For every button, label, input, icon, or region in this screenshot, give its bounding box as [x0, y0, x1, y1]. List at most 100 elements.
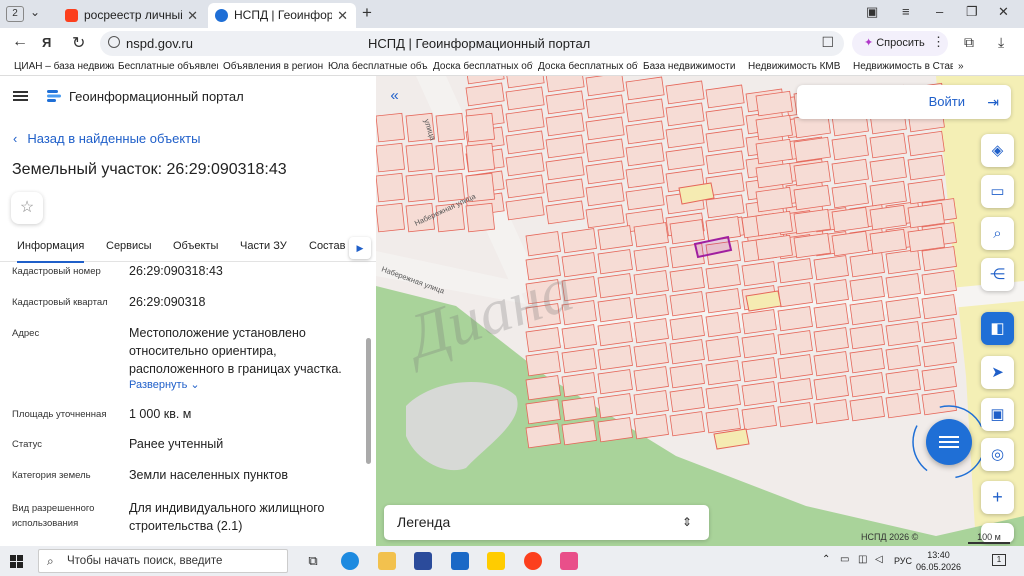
parcel[interactable]	[633, 294, 669, 320]
parcel[interactable]	[741, 333, 777, 359]
parcel[interactable]	[869, 156, 907, 183]
parcel[interactable]	[376, 112, 406, 143]
parcel[interactable]	[669, 411, 705, 437]
parcel[interactable]	[777, 402, 813, 428]
parcel[interactable]	[741, 261, 777, 287]
parcel[interactable]	[505, 108, 545, 133]
parcel[interactable]	[545, 134, 585, 159]
parcel[interactable]	[665, 102, 705, 127]
tab-services[interactable]: Сервисы	[106, 240, 152, 252]
expand-address-link[interactable]: Развернуть ⌄	[129, 378, 200, 391]
url-field[interactable]: nspd.gov.ru НСПД | Геоинформационный пор…	[100, 31, 844, 56]
parcel[interactable]	[597, 321, 633, 347]
parcel[interactable]	[465, 76, 505, 85]
yandex-logo-icon[interactable]: Я	[42, 35, 51, 50]
parcel[interactable]	[705, 336, 741, 362]
parcel[interactable]	[405, 172, 436, 203]
download-icon[interactable]: ⤓	[998, 34, 1004, 51]
parcel[interactable]	[597, 417, 633, 443]
parcel[interactable]	[849, 300, 885, 326]
parcel[interactable]	[907, 154, 945, 181]
parcel[interactable]	[885, 249, 921, 275]
parcel[interactable]	[585, 94, 625, 119]
parcel[interactable]	[755, 138, 793, 165]
browser-tab-nspd[interactable]: НСПД | Геоинформационный портал ✕	[208, 3, 356, 28]
parcel[interactable]	[625, 120, 665, 145]
parcel[interactable]	[885, 297, 921, 323]
tab-parts[interactable]: Части ЗУ	[240, 240, 287, 252]
parcel[interactable]	[525, 423, 561, 449]
parcel[interactable]	[669, 315, 705, 341]
back-arrow-icon[interactable]: ←	[12, 33, 28, 51]
reload-icon[interactable]: ↻	[72, 33, 85, 53]
parcel[interactable]	[669, 219, 705, 245]
parcel[interactable]	[435, 112, 466, 143]
parcel[interactable]	[755, 186, 793, 213]
parcel[interactable]	[597, 297, 633, 323]
panel-scrollbar[interactable]	[366, 338, 371, 464]
bookmark-item[interactable]: Доска бесплатных объявлений	[433, 61, 533, 72]
parcel[interactable]	[849, 372, 885, 398]
parcel[interactable]	[585, 138, 625, 163]
parcel[interactable]	[597, 393, 633, 419]
parcel[interactable]	[561, 324, 597, 350]
parcel[interactable]	[545, 156, 585, 181]
parcel[interactable]	[777, 282, 813, 308]
tab-objects[interactable]: Объекты	[173, 240, 218, 252]
parcel[interactable]	[669, 291, 705, 317]
parcel[interactable]	[793, 160, 831, 187]
parcel[interactable]	[813, 279, 849, 305]
network-icon[interactable]: ◫	[858, 554, 867, 565]
measure-icon[interactable]: ◎	[981, 438, 1014, 471]
parcel[interactable]	[625, 164, 665, 189]
parcel[interactable]	[907, 130, 945, 157]
nspd-logo-icon[interactable]: ◧	[981, 312, 1014, 345]
parcel[interactable]	[885, 321, 921, 347]
more-icon[interactable]: ⋮	[932, 34, 945, 50]
parcel[interactable]	[465, 82, 505, 107]
parcel[interactable]	[907, 178, 945, 205]
favorite-star-icon[interactable]: ☆	[11, 192, 43, 224]
tabs-scroll-right-icon[interactable]: ▶	[349, 237, 371, 259]
parcel[interactable]	[665, 80, 705, 105]
parcel[interactable]	[921, 318, 957, 344]
parcel[interactable]	[633, 222, 669, 248]
parcel[interactable]	[561, 252, 597, 278]
parcel[interactable]	[669, 363, 705, 389]
tab-list-chevron-icon[interactable]: ⌄	[30, 5, 40, 19]
parcel[interactable]	[705, 384, 741, 410]
parcel[interactable]	[505, 130, 545, 155]
parcel[interactable]	[831, 134, 869, 161]
login-button[interactable]: Войти ⇥	[797, 85, 1011, 119]
print-icon[interactable]: ▣	[981, 398, 1014, 431]
parcel[interactable]	[755, 114, 793, 141]
parcel[interactable]	[545, 200, 585, 225]
bookmark-item[interactable]: Объявления в регионе	[223, 61, 323, 72]
close-tab-icon[interactable]: ✕	[337, 3, 348, 28]
parcel[interactable]	[633, 342, 669, 368]
profile-icon[interactable]: ▣	[866, 4, 878, 20]
parcel[interactable]	[885, 345, 921, 371]
parcel[interactable]	[777, 378, 813, 404]
notifications-badge[interactable]: 1	[992, 554, 1006, 566]
parcel[interactable]	[813, 351, 849, 377]
new-tab-plus-icon[interactable]: +	[362, 3, 372, 23]
parcel[interactable]	[885, 273, 921, 299]
parcel[interactable]	[777, 258, 813, 284]
parcel[interactable]	[465, 202, 496, 233]
parcel[interactable]	[597, 345, 633, 371]
parcel[interactable]	[921, 246, 957, 272]
parcel[interactable]	[633, 390, 669, 416]
parcel[interactable]	[831, 206, 869, 233]
parcel[interactable]	[793, 184, 831, 211]
parcel[interactable]	[741, 357, 777, 383]
parcel[interactable]	[376, 172, 406, 203]
parcel[interactable]	[633, 366, 669, 392]
battery-icon[interactable]: ▭	[840, 554, 849, 565]
parcel[interactable]	[813, 327, 849, 353]
parcel[interactable]	[625, 186, 665, 211]
bookmark-item[interactable]: Недвижимость КМВ	[748, 61, 848, 72]
parcel[interactable]	[705, 288, 741, 314]
locate-icon[interactable]: ➤	[981, 356, 1014, 389]
share-icon[interactable]: ⋲	[981, 258, 1014, 291]
